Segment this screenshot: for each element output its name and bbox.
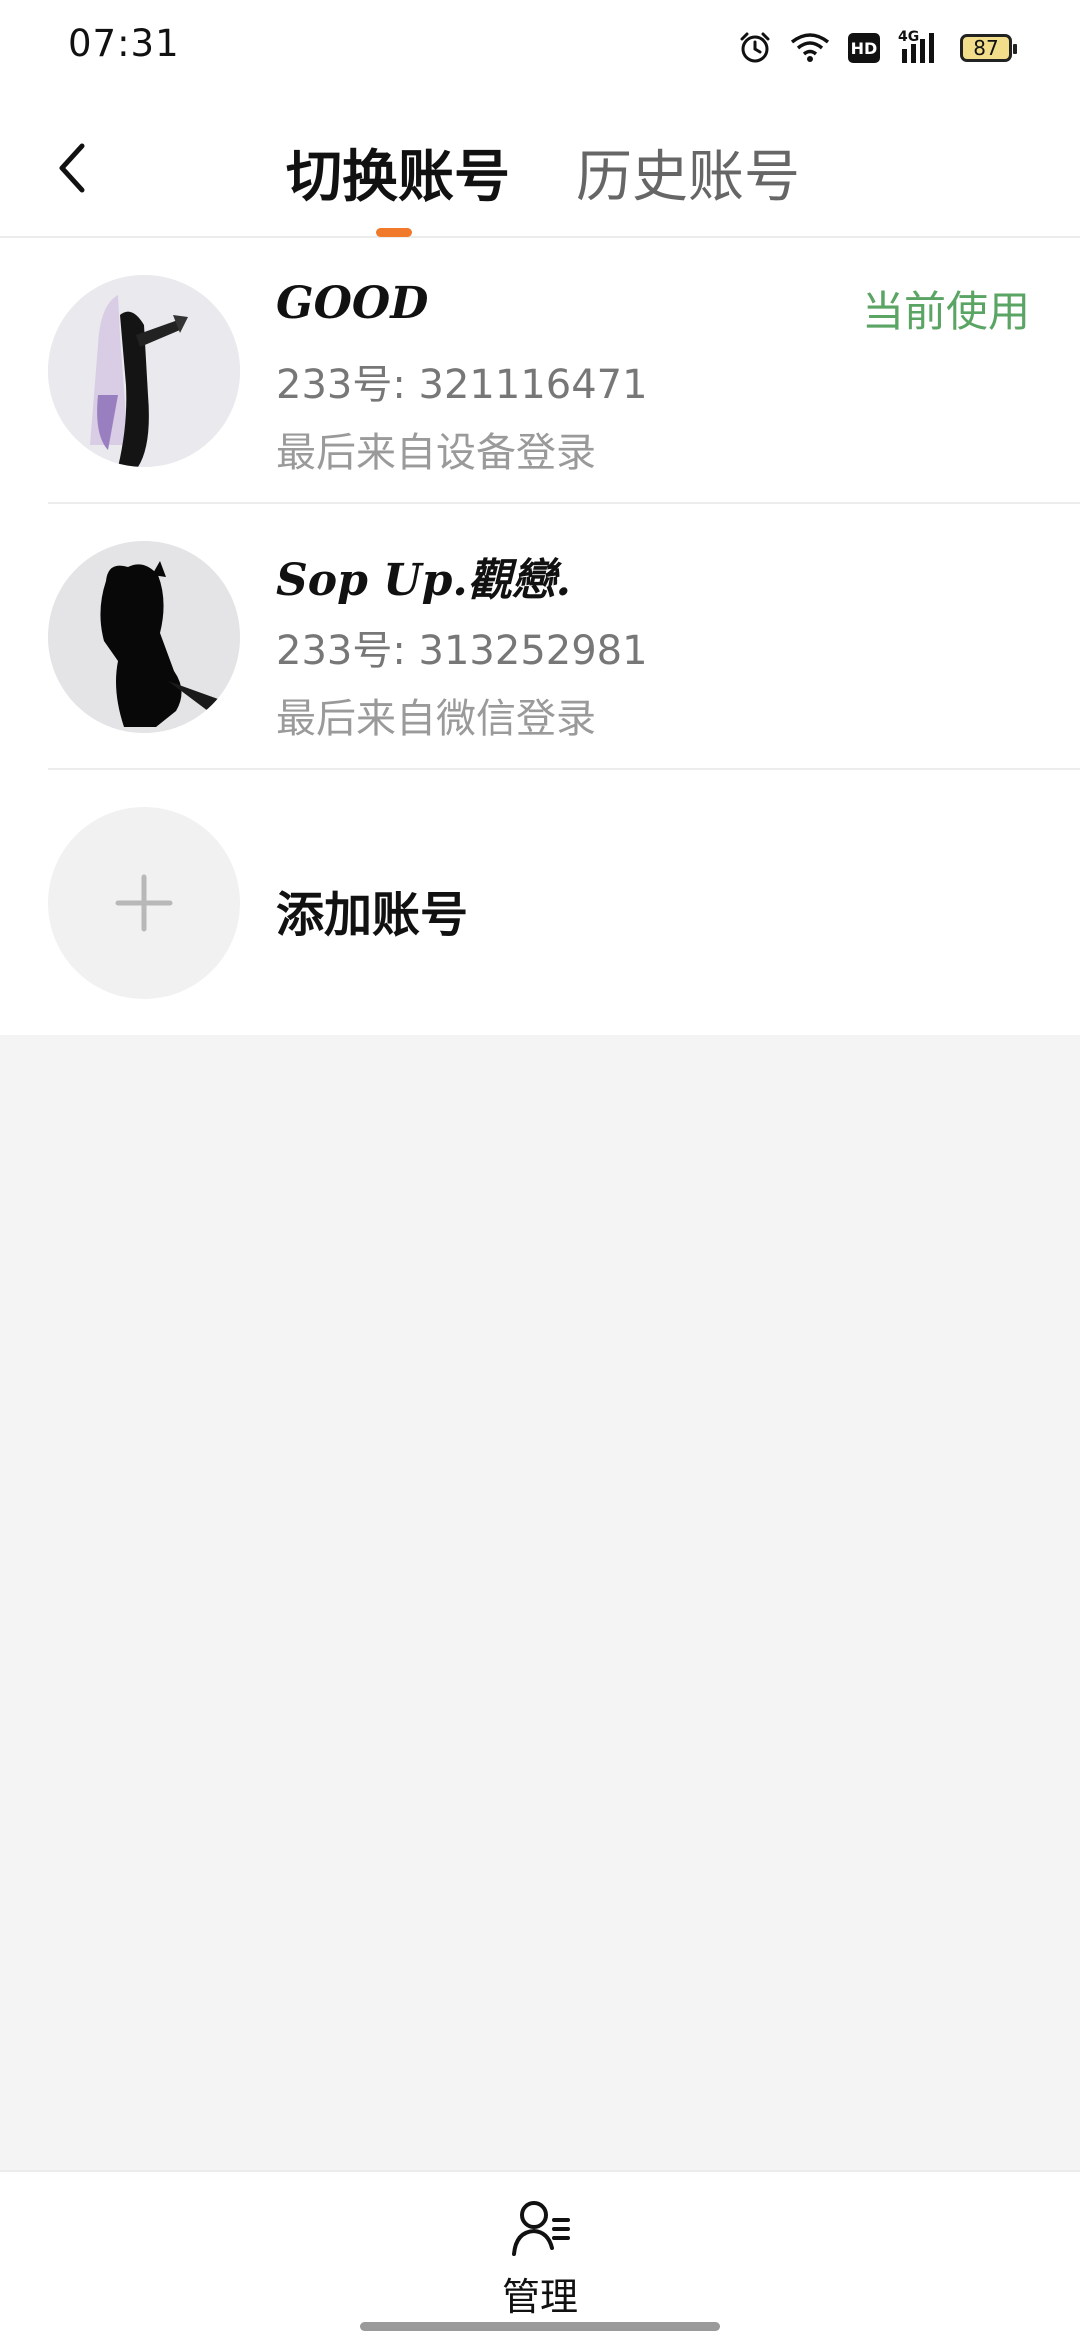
avatar — [48, 275, 240, 467]
wifi-icon — [790, 32, 830, 64]
battery-icon: 87 — [960, 34, 1017, 62]
home-indicator[interactable] — [360, 2322, 720, 2331]
chevron-left-icon — [59, 143, 85, 193]
account-name: Sop Up.觀戀. — [276, 555, 571, 606]
add-account-label: 添加账号 — [276, 887, 469, 943]
account-id: 233号: 321116471 — [276, 362, 648, 408]
status-bar: 07:31 HD 4G 87 — [0, 0, 1080, 100]
battery-level: 87 — [973, 36, 999, 60]
header: 切换账号 历史账号 — [0, 100, 1080, 238]
alarm-icon — [738, 31, 772, 65]
current-use-badge: 当前使用 — [861, 287, 1030, 336]
account-id: 233号: 313252981 — [276, 628, 648, 674]
account-row[interactable]: GOOD 233号: 321116471 最后来自设备登录 当前使用 — [0, 238, 1080, 504]
tab-history-account[interactable]: 历史账号 — [576, 132, 800, 213]
account-row[interactable]: Sop Up.觀戀. 233号: 313252981 最后来自微信登录 — [0, 504, 1080, 770]
status-time: 07:31 — [68, 22, 180, 65]
tab-indicator — [376, 228, 412, 237]
plus-icon — [115, 874, 173, 932]
account-list: GOOD 233号: 321116471 最后来自设备登录 当前使用 Sop U… — [0, 238, 1080, 1035]
back-button[interactable] — [48, 138, 96, 198]
add-account-avatar — [48, 807, 240, 999]
account-name: GOOD — [276, 278, 429, 329]
login-source: 最后来自微信登录 — [276, 696, 596, 742]
manage-button[interactable]: 管理 — [470, 2198, 610, 2319]
user-manage-icon — [512, 2201, 570, 2256]
signal-icon: 4G — [898, 29, 942, 65]
avatar — [48, 541, 240, 733]
status-icons: HD 4G 87 — [738, 26, 1017, 70]
hd-icon: HD — [848, 33, 880, 63]
login-source: 最后来自设备登录 — [276, 430, 596, 476]
bottom-bar: 管理 — [0, 2170, 1080, 2340]
add-account-row[interactable]: 添加账号 — [0, 770, 1080, 1036]
tab-switch-account[interactable]: 切换账号 — [286, 132, 510, 213]
manage-label: 管理 — [501, 2275, 578, 2319]
